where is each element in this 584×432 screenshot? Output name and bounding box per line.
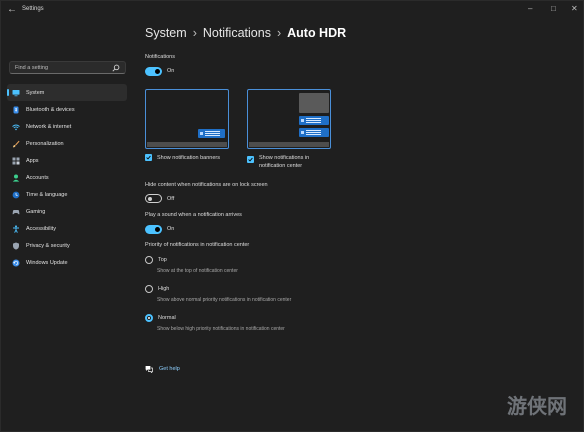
taskbar [249, 142, 329, 147]
sidebar-item-label: Accounts [26, 174, 49, 181]
play-sound-label: Play a sound when a notification arrives [145, 212, 242, 218]
breadcrumb-notifications[interactable]: Notifications [203, 26, 271, 40]
sidebar-item-network[interactable]: Network & internet [7, 118, 127, 135]
search-placeholder: Find a setting [15, 65, 49, 71]
gamepad-icon [12, 209, 20, 214]
sidebar-item-label: Time & language [26, 191, 68, 198]
notifications-toggle-state: On [167, 68, 175, 74]
priority-high-radio[interactable] [145, 285, 153, 293]
center-panel [299, 93, 329, 113]
play-sound-toggle-state: On [167, 226, 175, 232]
accessibility-icon [13, 224, 19, 233]
notifications-label: Notifications [145, 54, 175, 60]
sidebar-item-personalization[interactable]: Personalization [7, 135, 127, 152]
show-in-center-label-1: Show notifications in [259, 155, 310, 161]
globe-clock-icon [12, 191, 20, 198]
play-sound-toggle[interactable] [145, 225, 162, 234]
priority-label: Priority of notifications in notificatio… [145, 242, 250, 248]
sidebar-item-label: Apps [26, 157, 39, 164]
show-in-center-label-2: notification center [259, 163, 303, 169]
hide-content-toggle[interactable] [145, 194, 162, 203]
page-title: Auto HDR [287, 26, 347, 40]
sidebar-item-accounts[interactable]: Accounts [7, 169, 127, 186]
show-banners-checkbox[interactable] [145, 154, 152, 161]
hide-content-toggle-state: Off [167, 196, 175, 202]
priority-top-radio[interactable] [145, 256, 153, 264]
banner-preview-image [145, 89, 229, 149]
sidebar-item-gaming[interactable]: Gaming [7, 203, 127, 220]
sidebar-item-privacy-security[interactable]: Privacy & security [7, 237, 127, 254]
sidebar-item-label: Windows Update [26, 259, 68, 266]
show-banners-label: Show notification banners [157, 155, 220, 161]
chevron-right-icon: › [192, 26, 197, 40]
toast-center-1 [299, 116, 329, 125]
priority-normal-label: Normal [158, 315, 176, 321]
close-button[interactable]: ✕ [571, 4, 578, 13]
back-arrow-icon[interactable]: ← [7, 4, 17, 15]
sidebar-item-label: Privacy & security [26, 242, 70, 249]
sidebar-item-label: System [26, 89, 45, 96]
sidebar-item-label: Bluetooth & devices [26, 106, 75, 113]
settings-window: ← Settings – □ ✕ Find a setting System B… [0, 0, 584, 432]
sidebar-item-label: Network & internet [26, 123, 72, 130]
watermark-logo: 游侠网 [507, 396, 567, 418]
wifi-icon [12, 124, 20, 130]
center-preview-image [247, 89, 331, 149]
sidebar-item-label: Personalization [26, 140, 64, 147]
hide-content-label: Hide content when notifications are on l… [145, 182, 268, 188]
bluetooth-icon [13, 106, 19, 113]
taskbar [147, 142, 227, 147]
monitor-icon [12, 89, 20, 96]
sidebar-item-bluetooth[interactable]: Bluetooth & devices [7, 101, 127, 118]
search-icon [112, 64, 120, 72]
help-chat-icon [145, 366, 153, 373]
title-bar: ← Settings – □ ✕ [1, 1, 583, 21]
sidebar-item-apps[interactable]: Apps [7, 152, 127, 169]
show-in-center-checkbox[interactable] [247, 156, 254, 163]
notifications-toggle[interactable] [145, 67, 162, 76]
brush-icon [13, 140, 20, 147]
maximize-button[interactable]: □ [551, 4, 556, 13]
toast-center-2 [299, 128, 329, 137]
sidebar-item-windows-update[interactable]: Windows Update [7, 254, 127, 271]
sidebar-item-label: Accessibility [26, 225, 56, 232]
app-title: Settings [22, 6, 44, 12]
sidebar-item-label: Gaming [26, 208, 46, 215]
minimize-button[interactable]: – [528, 4, 532, 13]
sidebar-item-system[interactable]: System [7, 84, 127, 101]
get-help-link[interactable]: Get help [159, 366, 180, 372]
search-input[interactable]: Find a setting [9, 61, 126, 74]
breadcrumb: System › Notifications › Auto HDR [145, 26, 346, 40]
apps-icon [12, 157, 20, 164]
priority-high-desc: Show above normal priority notifications… [157, 297, 292, 303]
priority-high-label: High [158, 286, 170, 292]
priority-normal-desc: Show below high priority notifications i… [157, 326, 285, 332]
priority-top-label: Top [158, 257, 167, 263]
breadcrumb-system[interactable]: System [145, 26, 187, 40]
sidebar-item-accessibility[interactable]: Accessibility [7, 220, 127, 237]
update-icon [12, 259, 20, 266]
person-icon [12, 174, 20, 182]
chevron-right-icon: › [276, 26, 282, 40]
shield-icon [13, 242, 19, 250]
sidebar-item-time-language[interactable]: Time & language [7, 186, 127, 203]
toast-banner [198, 129, 225, 138]
priority-top-desc: Show at the top of notification center [157, 268, 238, 274]
priority-normal-radio[interactable] [145, 314, 153, 322]
sidebar-nav: System Bluetooth & devices Network & int… [7, 84, 127, 271]
